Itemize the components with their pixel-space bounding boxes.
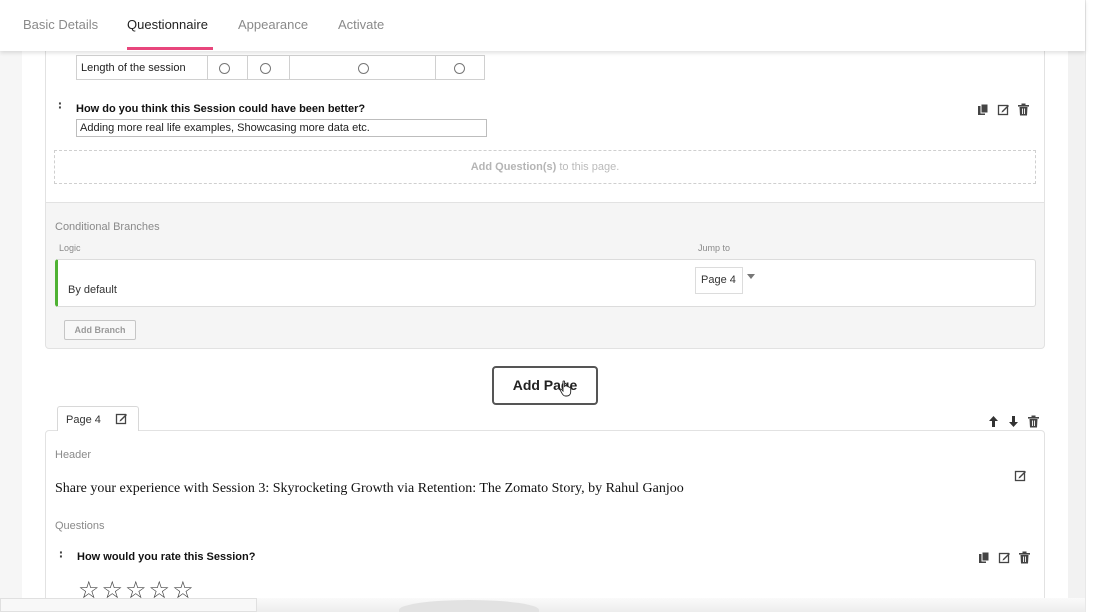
scrollbar-track[interactable] bbox=[1085, 0, 1095, 612]
page-header-text: Share your experience with Session 3: Sk… bbox=[55, 481, 684, 496]
matrix-question-row: Length of the session bbox=[76, 55, 485, 80]
edit-icon[interactable] bbox=[1014, 469, 1027, 482]
tab-appearance[interactable]: Appearance bbox=[238, 17, 308, 32]
top-tab-bar: Basic Details Questionnaire Appearance A… bbox=[0, 0, 1085, 51]
left-gutter bbox=[0, 0, 22, 612]
tab-questionnaire[interactable]: Questionnaire bbox=[127, 17, 208, 32]
edit-icon[interactable] bbox=[998, 551, 1011, 564]
branch-logic-label: By default bbox=[68, 284, 117, 296]
page-tab-label: Page 4 bbox=[66, 414, 101, 426]
add-question-button[interactable]: Add Question(s) to this page. bbox=[54, 150, 1036, 184]
trash-icon[interactable] bbox=[1017, 103, 1030, 116]
tab-activate[interactable]: Activate bbox=[338, 17, 384, 32]
edit-icon[interactable] bbox=[115, 412, 128, 425]
copy-icon[interactable] bbox=[978, 551, 991, 564]
matrix-radio-3[interactable] bbox=[358, 63, 369, 74]
hand-cursor-icon bbox=[559, 380, 572, 397]
matrix-radio-4[interactable] bbox=[454, 63, 465, 74]
arrow-down-icon[interactable] bbox=[1007, 415, 1020, 428]
copy-icon[interactable] bbox=[977, 103, 990, 116]
matrix-radio-2[interactable] bbox=[260, 63, 271, 74]
survey-editor: Length of the session · · How do you thin… bbox=[0, 0, 1095, 612]
add-branch-button[interactable]: Add Branch bbox=[64, 320, 136, 340]
chevron-down-icon[interactable] bbox=[747, 274, 755, 279]
logic-column-label: Logic bbox=[59, 243, 81, 253]
add-question-label: Add Question(s) bbox=[470, 161, 557, 173]
answer-text-field[interactable]: Adding more real life examples, Showcasi… bbox=[76, 119, 487, 137]
page-4-card: Header Share your experience with Sessio… bbox=[45, 430, 1045, 612]
tab-basic-details[interactable]: Basic Details bbox=[23, 17, 98, 32]
jump-to-column-label: Jump to bbox=[698, 243, 731, 253]
add-page-button[interactable]: Add Page bbox=[492, 366, 598, 405]
trash-icon[interactable] bbox=[1018, 551, 1031, 564]
matrix-radio-1[interactable] bbox=[219, 63, 230, 74]
bottom-left-panel bbox=[0, 598, 257, 612]
jump-to-select[interactable]: Page 4 bbox=[695, 267, 743, 294]
header-section-label: Header bbox=[55, 449, 92, 461]
trash-icon[interactable] bbox=[1027, 415, 1040, 428]
questions-section-label: Questions bbox=[55, 520, 105, 532]
active-tab-indicator bbox=[127, 47, 213, 50]
drag-handle-icon[interactable]: · · bbox=[58, 96, 63, 114]
conditional-branches-panel: Conditional Branches Logic Jump to By de… bbox=[45, 202, 1045, 349]
branch-row-default: By default Page 4 bbox=[55, 259, 1036, 307]
branches-title: Conditional Branches bbox=[55, 221, 160, 233]
matrix-row-label: Length of the session bbox=[81, 62, 186, 74]
question-title: How do you think this Session could have… bbox=[76, 103, 366, 115]
edit-icon[interactable] bbox=[997, 103, 1010, 116]
rating-question-title: How would you rate this Session? bbox=[77, 551, 256, 563]
arrow-up-icon[interactable] bbox=[987, 415, 1000, 428]
add-question-suffix: to this page. bbox=[556, 161, 620, 173]
tab-page-4[interactable]: Page 4 bbox=[57, 406, 139, 431]
drag-handle-icon[interactable]: · · bbox=[59, 545, 64, 563]
